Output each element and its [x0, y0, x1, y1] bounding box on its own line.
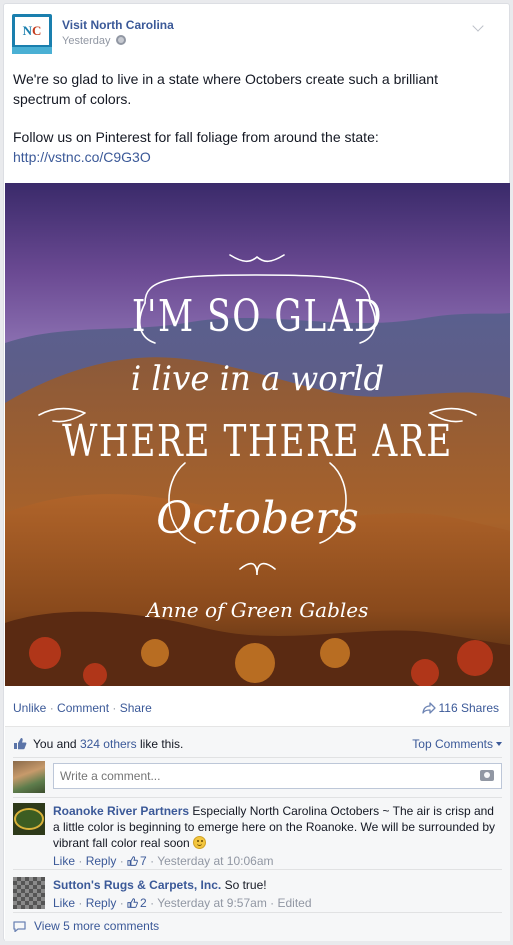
comment-reply-link[interactable]: Reply [86, 896, 117, 910]
shares-count-link[interactable]: 116 Shares [421, 701, 499, 715]
comment-link[interactable]: Comment [57, 701, 109, 715]
comment-time[interactable]: Yesterday at 10:06am [157, 854, 273, 868]
smiley-icon [193, 836, 207, 849]
quote-overlay: I'M SO GLAD i live in a world WHERE THER… [5, 183, 510, 686]
comment-likes-count[interactable]: 2 [127, 896, 147, 910]
thumbs-up-icon [127, 856, 138, 866]
post-photo[interactable]: I'M SO GLAD i live in a world WHERE THER… [5, 183, 510, 686]
globe-icon [115, 35, 126, 45]
commenter-name[interactable]: Sutton's Rugs & Carpets, Inc. [53, 878, 221, 892]
commenter-avatar[interactable] [13, 877, 45, 909]
thumbs-up-icon [14, 738, 27, 750]
post-message: We're so glad to live in a state where O… [13, 69, 493, 167]
post-card: NC Visit North Carolina Yesterday We're … [3, 3, 510, 941]
view-more-comments-link[interactable]: View 5 more comments [13, 919, 159, 933]
share-arrow-icon [421, 702, 436, 714]
share-link[interactable]: Share [120, 701, 152, 715]
commenter-name[interactable]: Roanoke River Partners [53, 804, 189, 818]
comment-meta: Like · Reply · 2 · Yesterday at 9:57am ·… [53, 896, 312, 910]
quote-attribution: Anne of Green Gables [146, 598, 369, 622]
feedback-section: You and 324 others like this. Top Commen… [5, 726, 510, 941]
post-link[interactable]: http://vstnc.co/C9G3O [13, 149, 151, 165]
quote-line: WHERE THERE ARE [62, 416, 453, 467]
commenter-avatar[interactable] [13, 803, 45, 835]
avatar-logo: NC [15, 17, 49, 45]
others-likes-link[interactable]: 324 others [80, 737, 137, 751]
quote-line: i live in a world [130, 359, 385, 399]
post-text-line: Follow us on Pinterest for fall foliage … [13, 129, 379, 145]
comment-likes-count[interactable]: 7 [127, 854, 147, 868]
camera-icon[interactable] [480, 770, 494, 781]
caret-down-icon [496, 742, 502, 746]
comment-reply-link[interactable]: Reply [86, 854, 117, 868]
comment-composer [13, 761, 502, 793]
comment-text: So true! [224, 878, 267, 892]
thumbs-up-icon [127, 898, 138, 908]
comment-input[interactable] [53, 763, 502, 789]
post-timestamp[interactable]: Yesterday [62, 35, 126, 47]
quote-line: Octobers [156, 493, 359, 544]
page-avatar[interactable]: NC [12, 14, 52, 54]
post-text-line: We're so glad to live in a state where O… [13, 71, 438, 107]
comment-time[interactable]: Yesterday at 9:57am [157, 896, 267, 910]
comment-edited[interactable]: Edited [278, 896, 312, 910]
current-user-avatar[interactable] [13, 761, 45, 793]
quote-line: I'M SO GLAD [131, 291, 384, 342]
page-name-link[interactable]: Visit North Carolina [62, 18, 174, 32]
post-header: NC Visit North Carolina Yesterday [12, 14, 492, 54]
unlike-link[interactable]: Unlike [13, 701, 46, 715]
comment-like-link[interactable]: Like [53, 854, 75, 868]
likes-summary: You and 324 others like this. [13, 737, 183, 751]
chevron-down-icon[interactable] [472, 20, 484, 32]
comment-meta: Like · Reply · 7 · Yesterday at 10:06am [53, 854, 274, 868]
speech-bubble-icon [13, 921, 26, 932]
post-actions: Unlike · Comment · Share [13, 701, 152, 715]
comment-like-link[interactable]: Like [53, 896, 75, 910]
top-comments-dropdown[interactable]: Top Comments [412, 737, 502, 751]
